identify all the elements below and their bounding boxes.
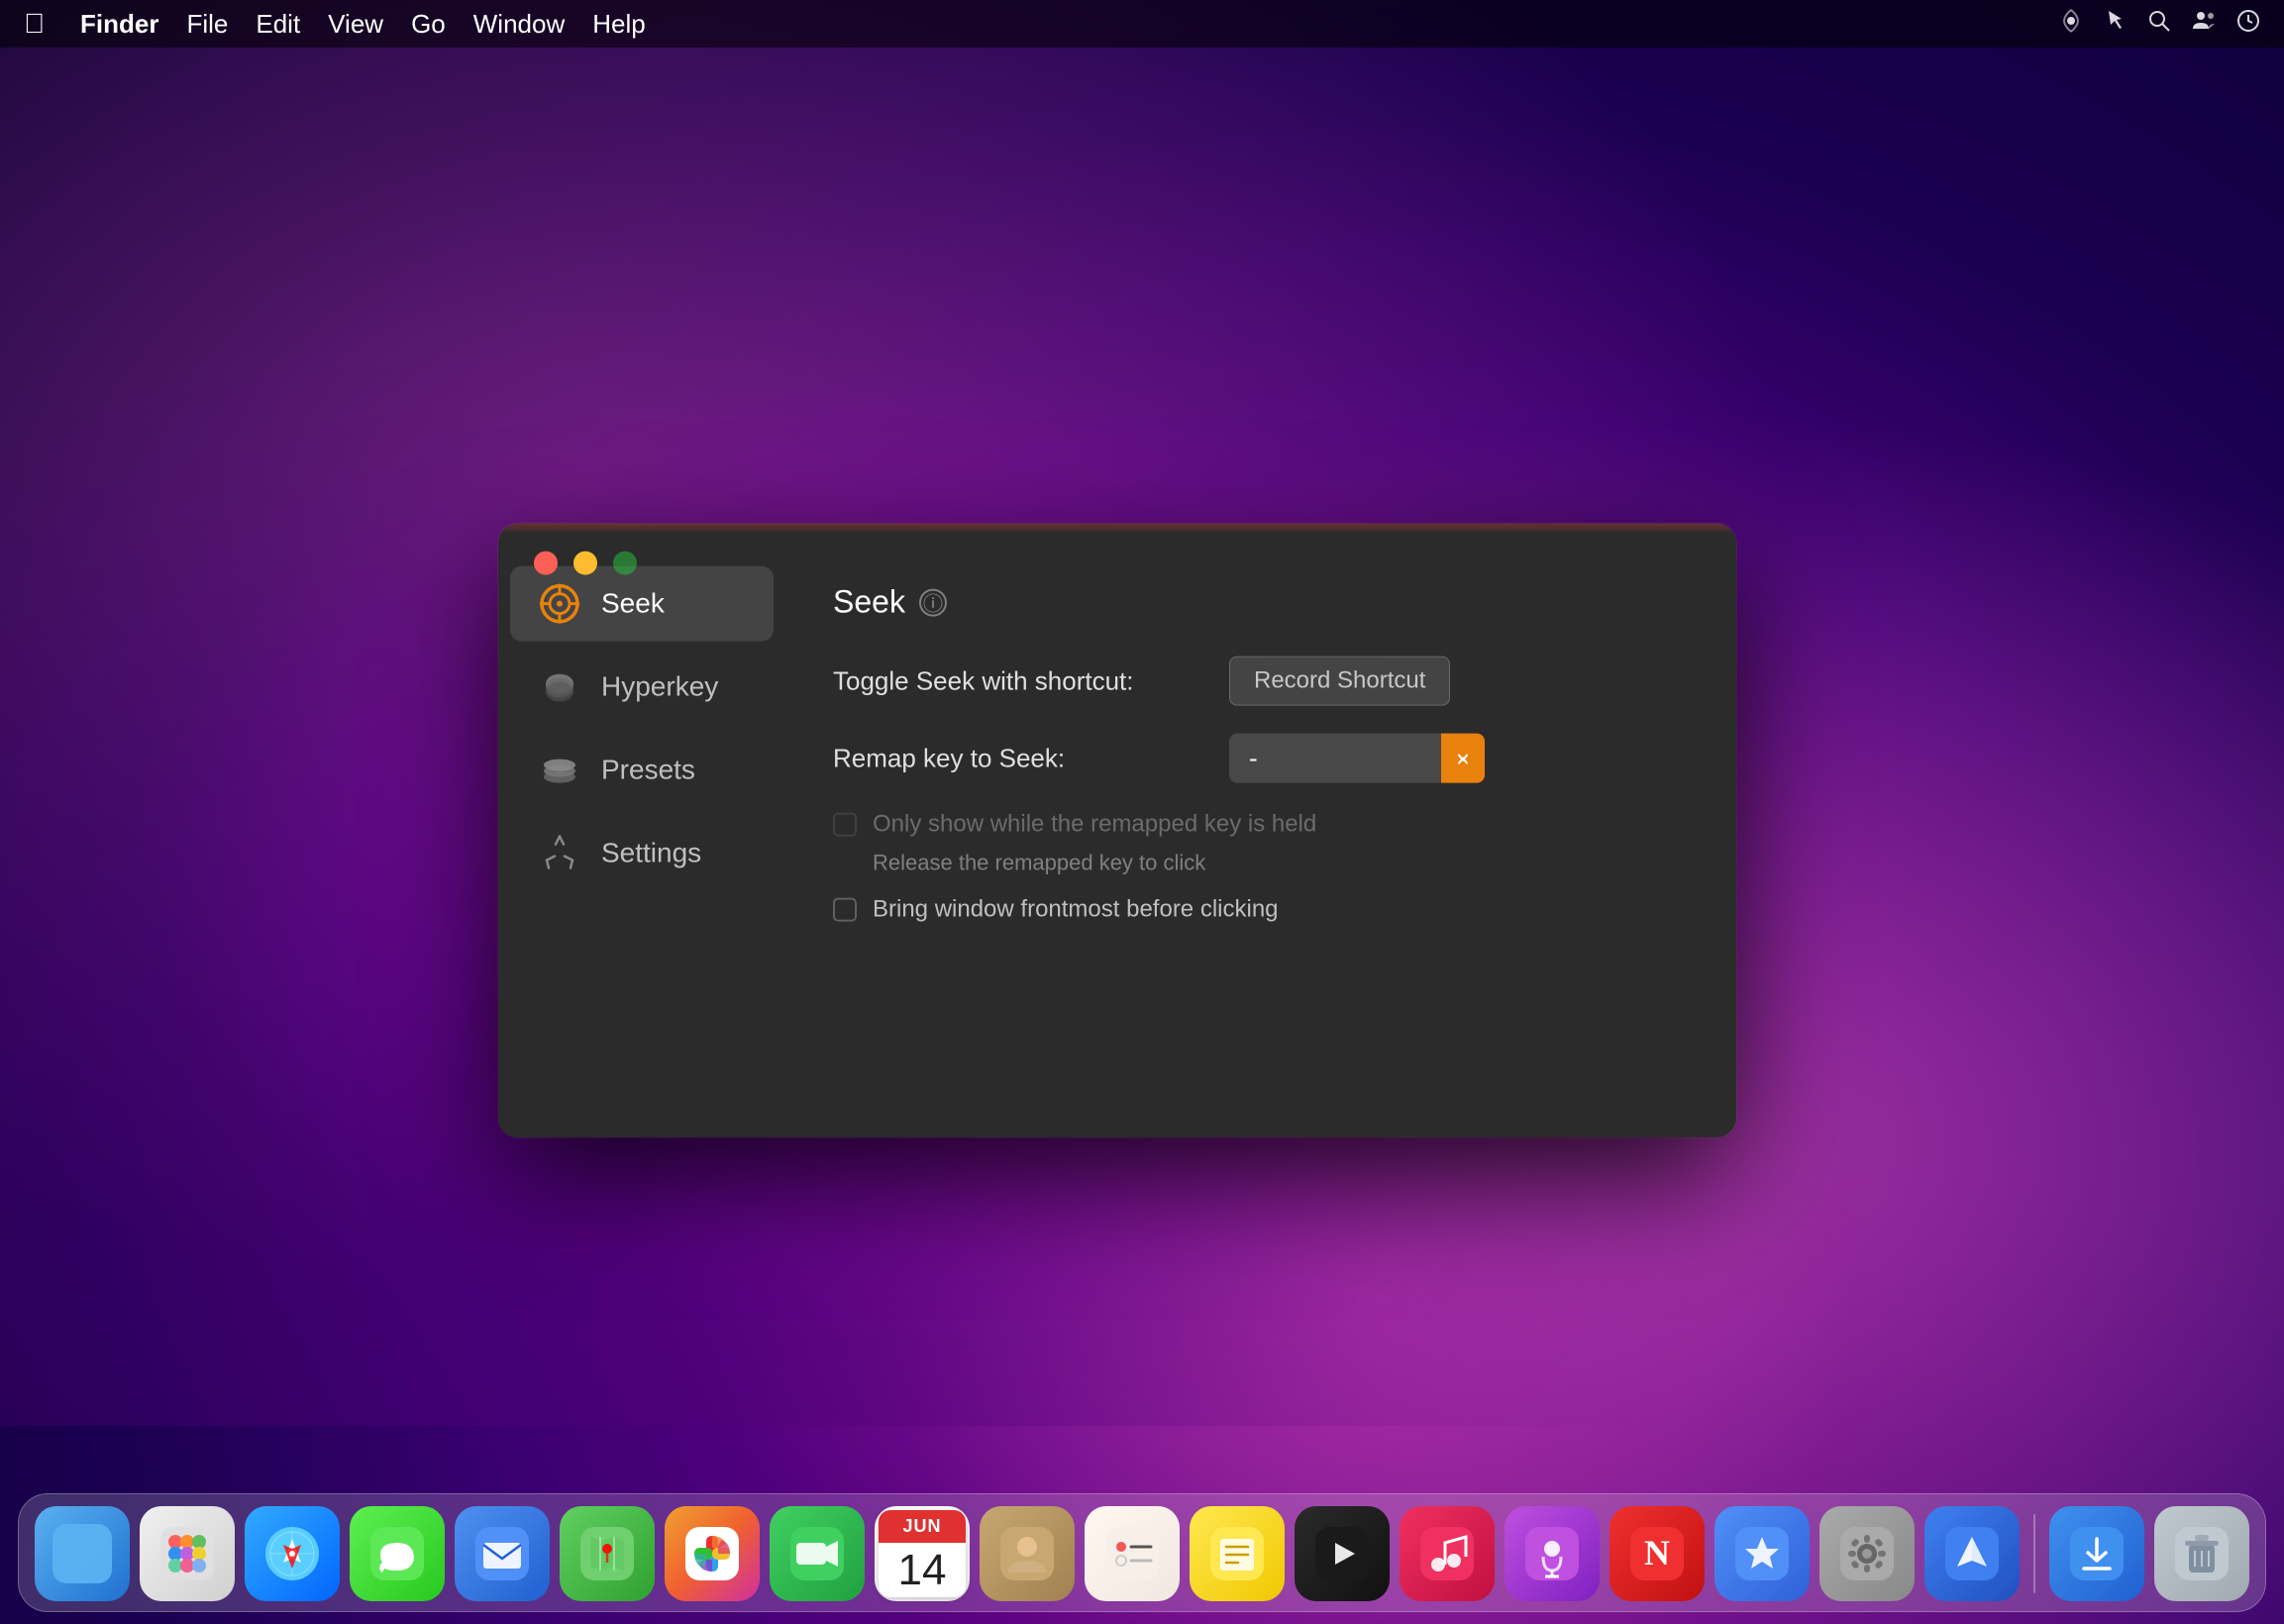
- menubar:  Finder File Edit View Go Window Help: [0, 0, 2284, 48]
- maximize-button[interactable]: [613, 552, 637, 575]
- menubar-left:  Finder File Edit View Go Window Help: [24, 8, 646, 40]
- hyperkey-sidebar-icon: [538, 665, 581, 709]
- remap-select-wrapper: - Caps Lock Right Command Right Option F…: [1229, 734, 1485, 783]
- sidebar-label-presets: Presets: [601, 755, 695, 786]
- menubar-help[interactable]: Help: [592, 9, 645, 40]
- remap-key-label: Remap key to Seek:: [833, 743, 1209, 773]
- remap-key-row: Remap key to Seek: - Caps Lock Right Com…: [833, 734, 1689, 783]
- dock-separator: [2033, 1514, 2035, 1593]
- dock-music[interactable]: [1400, 1506, 1495, 1601]
- presets-sidebar-icon: [538, 749, 581, 792]
- dock-altimeter[interactable]: [1924, 1506, 2020, 1601]
- svg-text:N: N: [1644, 1533, 1670, 1573]
- desktop:  Finder File Edit View Go Window Help: [0, 0, 2284, 1624]
- sidebar-item-seek[interactable]: Seek: [510, 566, 774, 642]
- menubar-right: [2058, 8, 2260, 41]
- dock-appstore[interactable]: [1714, 1506, 1810, 1601]
- people-icon[interactable]: [2191, 9, 2217, 40]
- record-shortcut-button[interactable]: Record Shortcut: [1229, 657, 1450, 706]
- dock-news[interactable]: N: [1609, 1506, 1705, 1601]
- dock-podcasts[interactable]: [1505, 1506, 1600, 1601]
- apple-menu[interactable]: : [24, 8, 45, 40]
- dock-launchpad[interactable]: [140, 1506, 235, 1601]
- page-title: Seek: [833, 584, 905, 621]
- dock-system-preferences[interactable]: [1819, 1506, 1915, 1601]
- menubar-window[interactable]: Window: [473, 9, 565, 40]
- remap-key-sublabel: Release the remapped key to click: [873, 851, 1689, 876]
- dock-appletv[interactable]: [1295, 1506, 1390, 1601]
- menubar-view[interactable]: View: [328, 9, 383, 40]
- menubar-app-name[interactable]: Finder: [80, 9, 158, 40]
- dock-photos[interactable]: [665, 1506, 760, 1601]
- sidebar-label-hyperkey: Hyperkey: [601, 671, 718, 703]
- remap-key-select[interactable]: - Caps Lock Right Command Right Option F…: [1229, 734, 1485, 783]
- sidebar: Seek Hyperkey: [498, 549, 785, 1138]
- bring-frontmost-label: Bring window frontmost before clicking: [873, 896, 1279, 924]
- seek-sidebar-icon: [538, 582, 581, 626]
- sidebar-label-settings: Settings: [601, 838, 701, 869]
- sidebar-item-hyperkey[interactable]: Hyperkey: [510, 650, 774, 725]
- menubar-edit[interactable]: Edit: [256, 9, 300, 40]
- dock-notes[interactable]: [1190, 1506, 1285, 1601]
- dock-finder[interactable]: 🙂: [35, 1506, 130, 1601]
- bring-frontmost-row: Bring window frontmost before clicking: [833, 896, 1689, 924]
- dock-contacts[interactable]: [980, 1506, 1075, 1601]
- toggle-shortcut-label: Toggle Seek with shortcut:: [833, 665, 1209, 696]
- only-show-label: Only show while the remapped key is held: [873, 811, 1316, 839]
- title-bar: [498, 524, 1736, 534]
- dock-maps[interactable]: [560, 1506, 655, 1601]
- dock-facetime[interactable]: [770, 1506, 865, 1601]
- dock-messages[interactable]: [350, 1506, 445, 1601]
- calendar-month: JUN: [879, 1510, 966, 1543]
- minimize-button[interactable]: [573, 552, 597, 575]
- content-area: Seek ⓘ Toggle Seek with shortcut: Record…: [785, 549, 1736, 1138]
- window-controls: [534, 552, 637, 575]
- dock-reminders[interactable]: [1085, 1506, 1180, 1601]
- only-show-row: Only show while the remapped key is held: [833, 811, 1689, 839]
- pointer-icon[interactable]: [2104, 9, 2128, 40]
- sidebar-item-presets[interactable]: Presets: [510, 733, 774, 808]
- content-title: Seek ⓘ: [833, 584, 1689, 621]
- dock-calendar[interactable]: JUN 14: [875, 1506, 970, 1601]
- toggle-shortcut-row: Toggle Seek with shortcut: Record Shortc…: [833, 657, 1689, 706]
- dock: 🙂: [18, 1493, 2266, 1612]
- settings-sidebar-icon: [538, 832, 581, 875]
- menubar-file[interactable]: File: [186, 9, 228, 40]
- dock-trash[interactable]: [2154, 1506, 2249, 1601]
- close-button[interactable]: [534, 552, 558, 575]
- clock-icon[interactable]: [2236, 9, 2260, 40]
- window-body: Seek Hyperkey: [498, 549, 1736, 1138]
- dock-safari[interactable]: [245, 1506, 340, 1601]
- dock-mail[interactable]: [455, 1506, 550, 1601]
- sonar-icon[interactable]: [2058, 8, 2084, 41]
- app-window: Seek Hyperkey: [498, 524, 1736, 1138]
- info-icon[interactable]: ⓘ: [919, 588, 947, 616]
- bring-frontmost-checkbox[interactable]: [833, 898, 857, 922]
- only-show-checkbox[interactable]: [833, 813, 857, 837]
- menubar-go[interactable]: Go: [411, 9, 446, 40]
- search-icon[interactable]: [2147, 9, 2171, 40]
- calendar-day: 14: [898, 1547, 947, 1594]
- dock-downloads[interactable]: [2049, 1506, 2144, 1601]
- sidebar-label-seek: Seek: [601, 588, 665, 620]
- sidebar-item-settings[interactable]: Settings: [510, 816, 774, 891]
